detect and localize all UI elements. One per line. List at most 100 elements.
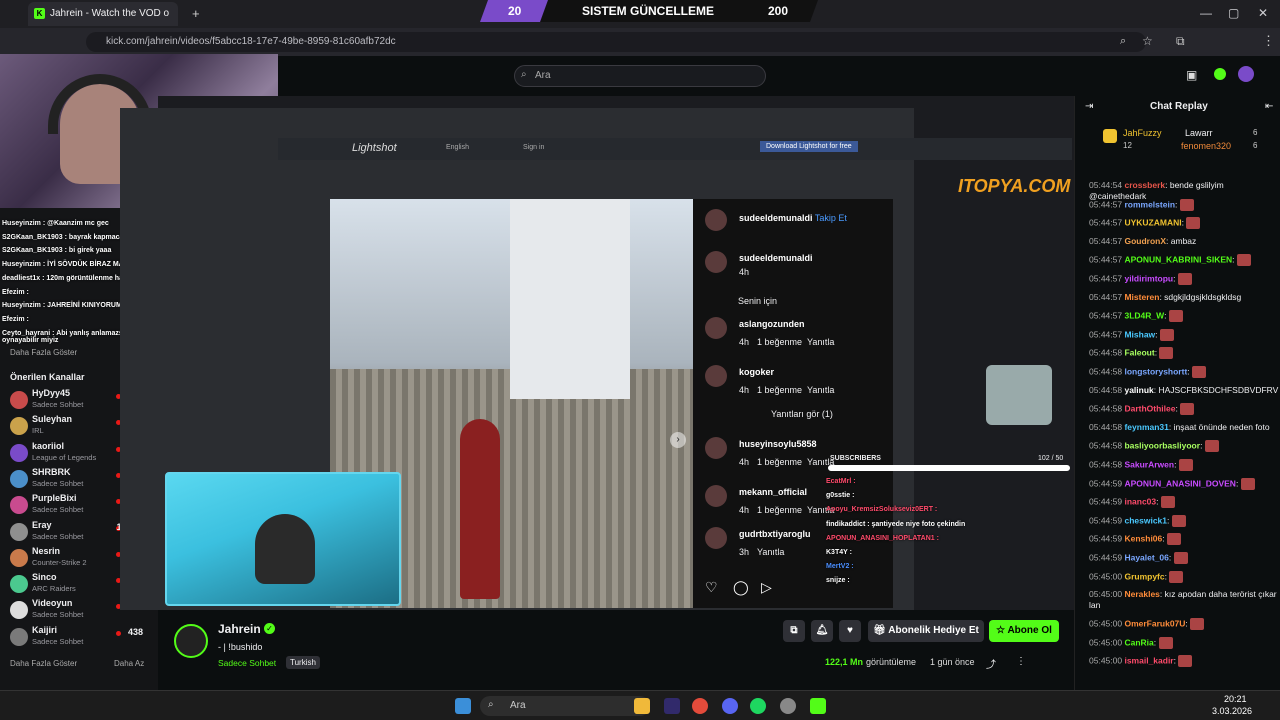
- stream-category[interactable]: Sadece Sohbet: [218, 658, 276, 668]
- recommended-channel[interactable]: Kaijiri Sadece Sohbet 438: [10, 625, 155, 651]
- ig-post-time: 4h: [739, 267, 750, 277]
- followed-more-link[interactable]: Daha Fazla Göster: [10, 348, 77, 357]
- chat-user[interactable]: Grumpyfc: [1124, 571, 1164, 581]
- chat-time: 05:44:57: [1089, 273, 1123, 284]
- chat-time: 05:44:59: [1089, 477, 1123, 488]
- bookmark-star-icon[interactable]: ☆: [1142, 34, 1153, 48]
- zoom-icon[interactable]: ⌕: [1120, 35, 1126, 48]
- ig-avatar: [705, 365, 727, 387]
- subscribe-button[interactable]: ☆ Abone Ol: [989, 620, 1059, 642]
- maximize-icon[interactable]: ▢: [1228, 6, 1239, 20]
- emote-icon: [1240, 477, 1255, 490]
- clip-icon[interactable]: ⧉: [783, 620, 805, 642]
- kick-app-icon[interactable]: [810, 698, 826, 714]
- instagram-panel: sudeeldemunaldi Takip Et sudeeldemunaldi…: [693, 199, 893, 608]
- chat-time: 05:44:59: [1089, 533, 1123, 544]
- chat-user[interactable]: 3LD4R_W: [1124, 310, 1164, 320]
- browser-tab[interactable]: K Jahrein - Watch the VOD o: [28, 2, 178, 26]
- collapse-chat-icon[interactable]: ⇥: [1085, 101, 1093, 112]
- view-count: 122,1 Mn: [825, 657, 864, 667]
- clock-date: 3.03.2026: [1212, 706, 1253, 716]
- inbox-icon[interactable]: ▣: [1186, 68, 1197, 82]
- banner-right-value: 200: [768, 4, 789, 18]
- chat-user[interactable]: rommelstein: [1124, 199, 1175, 209]
- chat-user[interactable]: OmerFaruk07U: [1124, 618, 1185, 628]
- chat-user[interactable]: yalinuk: [1124, 385, 1153, 395]
- chat-time: 05:44:54: [1089, 180, 1123, 190]
- banner-title: SISTEM GÜNCELLEME: [582, 4, 715, 18]
- chat-user[interactable]: basliyoorbasliyoor: [1124, 441, 1200, 451]
- chat-user[interactable]: feynman31: [1124, 422, 1168, 432]
- channel-avatar[interactable]: [174, 624, 208, 658]
- chat-user[interactable]: APONUN_KABRINI_SIKEN: [1124, 255, 1232, 265]
- close-icon[interactable]: ✕: [1258, 6, 1268, 20]
- chat-user[interactable]: inanc03: [1124, 496, 1156, 506]
- more-options-icon[interactable]: ⋮: [1016, 656, 1026, 667]
- streamer-avatar-overlay: [986, 365, 1052, 425]
- recommended-title: Önerilen Kanallar: [10, 372, 85, 382]
- file-explorer-icon[interactable]: [634, 698, 650, 714]
- chat-user[interactable]: crossberk: [1124, 180, 1165, 190]
- chat-message: 05:44:58 DarthOthilee:: [1089, 403, 1279, 416]
- chat-user[interactable]: ismail_kadir: [1124, 656, 1173, 666]
- lightshot-signin: Sign in: [523, 144, 545, 151]
- chat-message: 05:44:57 APONUN_KABRINI_SIKEN:: [1089, 254, 1279, 267]
- windows-start-icon[interactable]: [455, 698, 471, 714]
- show-less-link[interactable]: Daha Az: [114, 659, 144, 668]
- chat-user[interactable]: UYKUZAMANI: [1124, 217, 1181, 227]
- top-gifter-1: JahFuzzy: [1123, 128, 1162, 138]
- kick-coin-icon[interactable]: [1214, 68, 1226, 80]
- channel-name[interactable]: Jahrein: [218, 622, 261, 636]
- premiere-icon[interactable]: [664, 698, 680, 714]
- follow-heart-icon[interactable]: ♥: [839, 620, 861, 642]
- chat-user[interactable]: CanRia: [1124, 637, 1153, 647]
- chat-user[interactable]: GoudronX: [1124, 236, 1166, 246]
- channel-category: Sadece Sohbet: [32, 505, 84, 515]
- chat-user[interactable]: Mishaw: [1124, 329, 1155, 339]
- address-bar[interactable]: kick.com/jahrein/videos/f5abcc18-17e7-49…: [86, 32, 1146, 52]
- ig-comment-time: 4h: [739, 505, 750, 515]
- overlay-chat-line: g0sstie :: [826, 492, 855, 500]
- ig-avatar: [705, 437, 727, 459]
- chat-user[interactable]: Faleout: [1124, 348, 1154, 358]
- user-avatar[interactable]: [1238, 66, 1254, 82]
- chat-user[interactable]: SakurArwen: [1124, 459, 1174, 469]
- chat-message: 05:44:57 3LD4R_W:: [1089, 310, 1279, 323]
- subscribe-label: Abone Ol: [1007, 625, 1052, 636]
- show-more-link[interactable]: Daha Fazla Göster: [10, 659, 77, 668]
- taskbar-search[interactable]: Ara: [480, 696, 650, 716]
- search-input[interactable]: Ara: [514, 65, 766, 87]
- chat-user[interactable]: longstoryshortt: [1124, 366, 1187, 376]
- chat-user[interactable]: yildirimtopu: [1124, 273, 1173, 283]
- menu-icon[interactable]: ⋮: [1262, 33, 1275, 49]
- chat-user[interactable]: DarthOthilee: [1124, 403, 1175, 413]
- chat-user[interactable]: Hayalet_06: [1124, 552, 1168, 562]
- extensions-icon[interactable]: ⧉: [1176, 34, 1185, 49]
- gift-sub-button[interactable]: 🎁︎ Abonelik Hediye Et: [868, 620, 984, 642]
- chat-user[interactable]: Nerakles: [1124, 589, 1159, 599]
- overlay-chat-line: MertV2 :: [826, 563, 854, 571]
- share-icon[interactable]: ⤴: [986, 656, 996, 671]
- channel-category: Counter-Strike 2: [32, 557, 87, 567]
- ig-comment-user: gudrtbxtiyaroglu: [739, 529, 811, 539]
- chat-user[interactable]: cheswick1: [1124, 515, 1167, 525]
- stream-tag[interactable]: Turkish: [286, 656, 320, 669]
- chat-user[interactable]: APONUN_ANASINI_DOVEN: [1124, 478, 1235, 488]
- chat-message: 05:44:58 yalinuk: HAJSCFBKSDCHFSDBVDFRV: [1089, 384, 1279, 395]
- obs-icon[interactable]: [780, 698, 796, 714]
- channel-name: Kaijiri: [32, 624, 58, 635]
- ig-comment-user: kogoker: [739, 367, 775, 377]
- lightshot-download: Download Lightshot for free: [760, 141, 858, 152]
- notification-bell-icon[interactable]: 🔔︎: [811, 620, 833, 642]
- chat-user[interactable]: Misteren: [1124, 292, 1159, 302]
- new-tab-icon[interactable]: +: [192, 6, 200, 21]
- discord-icon[interactable]: [722, 698, 738, 714]
- minimize-icon[interactable]: —: [1200, 6, 1212, 20]
- spotify-icon[interactable]: [750, 698, 766, 714]
- chrome-icon[interactable]: [692, 698, 708, 714]
- chat-popout-icon[interactable]: ⇤: [1265, 101, 1273, 112]
- chat-user[interactable]: Kenshi06: [1124, 534, 1162, 544]
- stream-info: Jahrein ✓ - | !bushido Sadece Sohbet Tur…: [158, 610, 1074, 690]
- chat-message: 05:45:00 CanRia:: [1089, 636, 1279, 649]
- chat-text: inşaat önünde neden foto: [1173, 421, 1270, 432]
